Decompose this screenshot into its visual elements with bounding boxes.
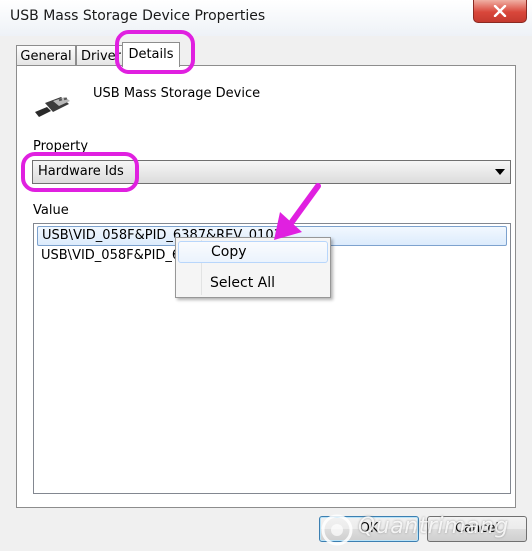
context-menu: Copy Select All (175, 237, 331, 298)
annotation-arrow-icon (274, 183, 321, 240)
tab-driver[interactable]: Driver (76, 45, 126, 66)
property-dropdown[interactable]: Hardware Ids (32, 160, 511, 184)
tab-details[interactable]: Details (122, 42, 180, 67)
title-bar[interactable]: USB Mass Storage Device Properties (0, 0, 532, 36)
menu-item-select-all[interactable]: Select All (178, 273, 328, 295)
usb-plug-icon (35, 97, 70, 117)
close-button[interactable] (473, 0, 527, 23)
chevron-down-icon (495, 169, 505, 175)
window-title: USB Mass Storage Device Properties (10, 8, 266, 24)
value-label: Value (33, 203, 69, 218)
ok-button[interactable]: OK (319, 516, 419, 542)
property-selected-value: Hardware Ids (38, 164, 124, 179)
close-icon (493, 5, 507, 17)
cancel-button[interactable]: Cancel (427, 516, 527, 542)
properties-dialog: USB Mass Storage Device Properties Gener… (0, 0, 532, 551)
tab-general[interactable]: General (16, 45, 76, 66)
menu-item-copy[interactable]: Copy (178, 241, 328, 263)
property-label: Property (33, 139, 89, 154)
device-name: USB Mass Storage Device (93, 86, 261, 101)
